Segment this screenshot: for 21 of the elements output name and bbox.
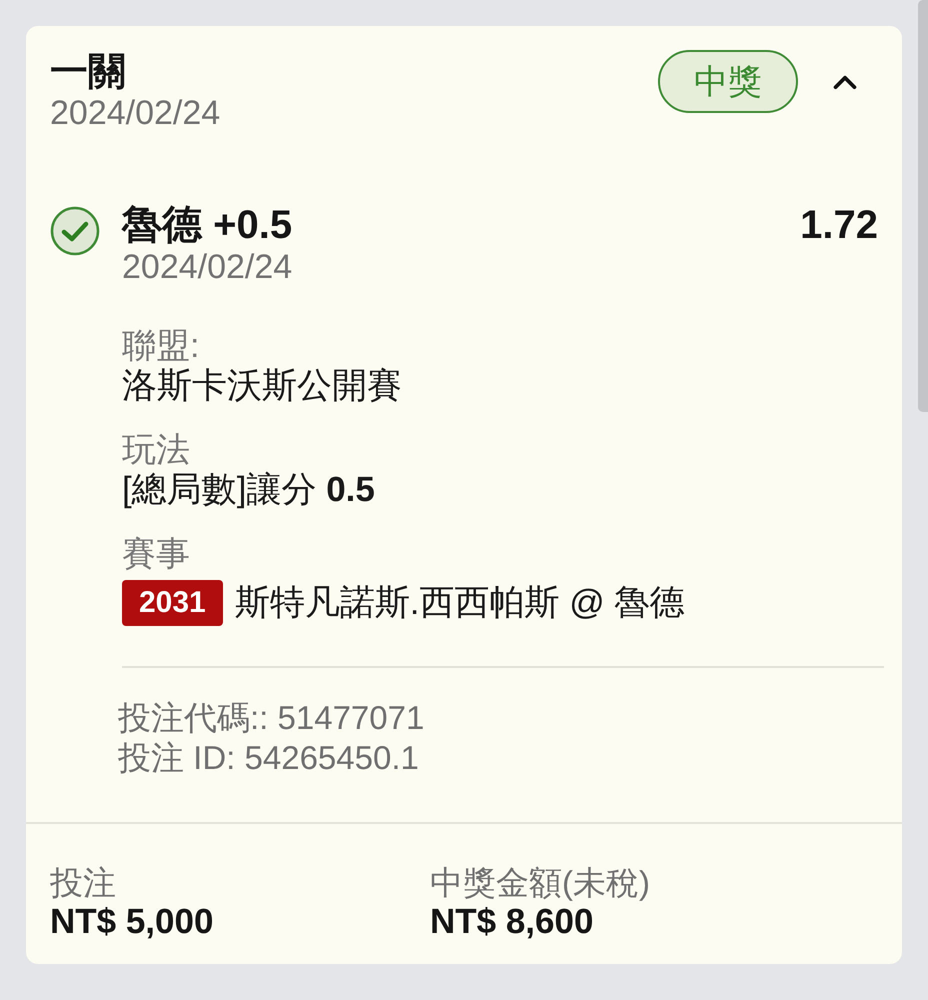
bet-date: 2024/02/24 — [50, 94, 220, 132]
detail-value: 洛斯卡沃斯公開賽 — [122, 366, 402, 406]
bet-reference: 投注 ID: 54265450.1 — [118, 738, 419, 778]
status-badge: 中獎 — [658, 50, 798, 113]
selection-title: 魯德 +0.5 — [122, 202, 292, 248]
detail-label: 玩法 — [122, 430, 190, 470]
bet-type-title: 一關 — [50, 50, 126, 94]
bet-reference: 投注代碼:: 51477071 — [118, 698, 424, 738]
total-label: 中獎金額(未稅) — [430, 864, 650, 902]
scrollbar-thumb[interactable] — [918, 0, 928, 412]
total-label: 投注 — [50, 864, 116, 902]
total-amount: NT$ 8,600 — [430, 902, 594, 942]
total-amount: NT$ 5,000 — [50, 902, 214, 942]
detail-value: [總局數]讓分 0.5 — [122, 470, 375, 510]
caret-icon[interactable] — [832, 74, 858, 90]
match-code-tag: 2031 — [122, 580, 223, 626]
detail-label: 聯盟: — [122, 326, 200, 366]
selection-date: 2024/02/24 — [122, 248, 292, 286]
odds-value: 1.72 — [800, 202, 878, 248]
match-name: 斯特凡諾斯.西西帕斯 @ 魯德 — [234, 583, 684, 623]
detail-label: 賽事 — [122, 534, 190, 574]
